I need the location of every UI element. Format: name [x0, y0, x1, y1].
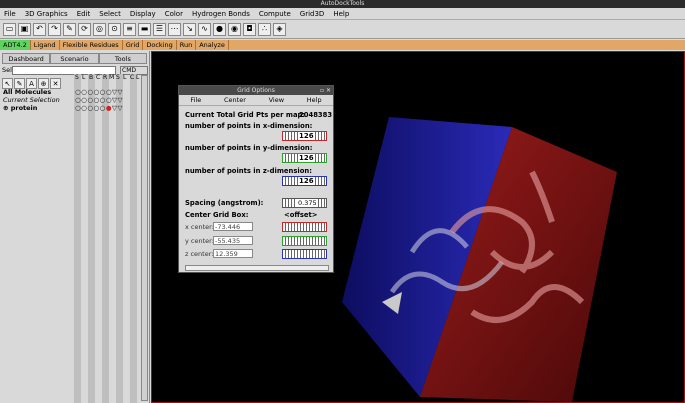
tab-scenario[interactable]: Scenario	[50, 53, 99, 64]
model-icon[interactable]: ◈	[273, 22, 286, 36]
x-center-input[interactable]: -73.446	[213, 222, 253, 231]
dialog-menu-file[interactable]: File	[190, 95, 201, 105]
dialog-scrollbar[interactable]	[185, 265, 329, 271]
x-points-value: 126	[298, 132, 315, 140]
menu-edit[interactable]: Edit	[77, 10, 91, 18]
tab-grid[interactable]: Grid	[123, 40, 144, 50]
rotate-icon[interactable]: ⟳	[78, 22, 91, 36]
tab-ligand[interactable]: Ligand	[31, 40, 60, 50]
col-header: R	[103, 74, 108, 81]
close-icon[interactable]: ▫ ✕	[320, 86, 331, 95]
center-icon[interactable]: ◎	[93, 22, 106, 36]
y-dimension-label: number of points in y-dimension:	[185, 144, 313, 152]
window-title: AutoDockTools	[0, 0, 685, 8]
x-offset-thumbwheel[interactable]	[282, 222, 327, 232]
menu-compute[interactable]: Compute	[259, 10, 291, 18]
ribbon-icon[interactable]: ∿	[198, 22, 211, 36]
x-center-label: x center:	[185, 223, 214, 231]
column-toggles[interactable]: ○○○○○○▽▽ ○○○○○○▽▽ ○○○○○●▽▽	[75, 88, 123, 112]
dialog-menu-center[interactable]: Center	[224, 95, 246, 105]
tab-adt42[interactable]: ADT4.2	[0, 40, 31, 50]
toolbar: ▭ ▣ ↶ ↷ ✎ ⟳ ◎ ⊙ ≡ ▬ ☰ ⋯ ↘ ∿ ● ◉ ◘ ∴ ◈	[0, 20, 685, 39]
molecule-tree: All Molecules Current Selection ⊕ protei…	[3, 88, 60, 112]
tab-docking[interactable]: Docking	[143, 40, 177, 50]
menu-grid3d[interactable]: Grid3D	[300, 10, 325, 18]
tab-analyze[interactable]: Analyze	[196, 40, 229, 50]
spacing-label: Spacing (angstrom):	[185, 199, 264, 207]
command-columns: S L B C R M S L C L	[74, 74, 140, 403]
dashed-icon[interactable]: ⋯	[168, 22, 181, 36]
tree-protein-label: protein	[10, 104, 38, 112]
tree-all-molecules[interactable]: All Molecules	[3, 88, 60, 96]
col-header: S	[116, 74, 120, 81]
save-icon[interactable]: ▣	[18, 22, 31, 36]
menu-3d-graphics[interactable]: 3D Graphics	[25, 10, 68, 18]
tree-current-selection[interactable]: Current Selection	[3, 96, 60, 104]
select-arrow-icon[interactable]: ↘	[183, 22, 196, 36]
y-points-value: 126	[298, 154, 315, 162]
z-center-input[interactable]: 12.359	[213, 249, 253, 258]
pencil-icon[interactable]: ✎	[63, 22, 76, 36]
col-header: B	[89, 74, 94, 81]
center-grid-label: Center Grid Box:	[185, 211, 249, 219]
adt-tab-bar: ADT4.2 Ligand Flexible Residues Grid Doc…	[0, 40, 685, 50]
menu-file[interactable]: File	[4, 10, 16, 18]
col-header: L	[123, 74, 127, 81]
y-points-thumbwheel[interactable]: 126	[282, 153, 327, 163]
col-header: C	[96, 74, 101, 81]
spacing-thumbwheel[interactable]: 0.375	[282, 198, 327, 208]
lines-icon[interactable]: ☰	[153, 22, 166, 36]
col-header: M	[109, 74, 115, 81]
y-center-input[interactable]: -55.435	[213, 236, 253, 245]
total-grid-label: Current Total Grid Pts per map:	[185, 111, 306, 119]
menu-display[interactable]: Display	[130, 10, 156, 18]
menu-bar: File 3D Graphics Edit Select Display Col…	[0, 8, 685, 20]
tab-run[interactable]: Run	[177, 40, 197, 50]
y-offset-thumbwheel[interactable]	[282, 236, 327, 246]
menu-hydrogen-bonds[interactable]: Hydrogen Bonds	[192, 10, 250, 18]
x-dimension-label: number of points in x-dimension:	[185, 122, 313, 130]
dialog-menu-help[interactable]: Help	[307, 95, 322, 105]
menu-select[interactable]: Select	[99, 10, 121, 18]
dialog-title: Grid Options	[237, 87, 275, 94]
col-header: C	[130, 74, 135, 81]
menu-help[interactable]: Help	[333, 10, 349, 18]
offset-label: <offset>	[284, 211, 318, 219]
col-header: L	[136, 74, 140, 81]
spacing-value: 0.375	[297, 199, 318, 207]
z-dimension-label: number of points in z-dimension:	[185, 167, 312, 175]
grid-options-dialog: Grid Options ▫ ✕ File Center View Help C…	[178, 85, 334, 273]
total-grid-value: 2048383	[299, 111, 333, 119]
menu-color[interactable]: Color	[165, 10, 183, 18]
z-center-label: z center:	[185, 250, 214, 258]
display-lines-icon[interactable]: ≡	[123, 22, 136, 36]
tab-dashboard[interactable]: Dashboard	[2, 53, 51, 64]
color-icon[interactable]: ●	[213, 22, 226, 36]
dialog-menu-view[interactable]: View	[269, 95, 284, 105]
z-points-value: 126	[298, 177, 315, 185]
y-center-label: y center:	[185, 237, 214, 245]
open-folder-icon[interactable]: ▭	[3, 22, 16, 36]
tab-tools[interactable]: Tools	[98, 53, 147, 64]
tab-flexible-residues[interactable]: Flexible Residues	[60, 40, 123, 50]
z-offset-thumbwheel[interactable]	[282, 249, 327, 259]
z-points-thumbwheel[interactable]: 126	[282, 176, 327, 186]
picking-icon[interactable]: ⊙	[108, 22, 121, 36]
x-points-thumbwheel[interactable]: 126	[282, 131, 327, 141]
surface-icon[interactable]: ◉	[228, 22, 241, 36]
col-header: L	[82, 74, 86, 81]
undo-icon[interactable]: ↶	[33, 22, 46, 36]
redo-icon[interactable]: ↷	[48, 22, 61, 36]
atoms-icon[interactable]: ∴	[258, 22, 271, 36]
col-header: S	[75, 74, 79, 81]
camera-icon[interactable]: ◘	[243, 22, 256, 36]
screen-icon[interactable]: ▬	[138, 22, 151, 36]
panel-scrollbar[interactable]	[141, 75, 148, 401]
dashboard-panel: Dashboard Scenario Tools Sel.: CMD ↖ ✎ A…	[0, 51, 150, 403]
tree-protein[interactable]: ⊕ protein	[3, 104, 60, 112]
